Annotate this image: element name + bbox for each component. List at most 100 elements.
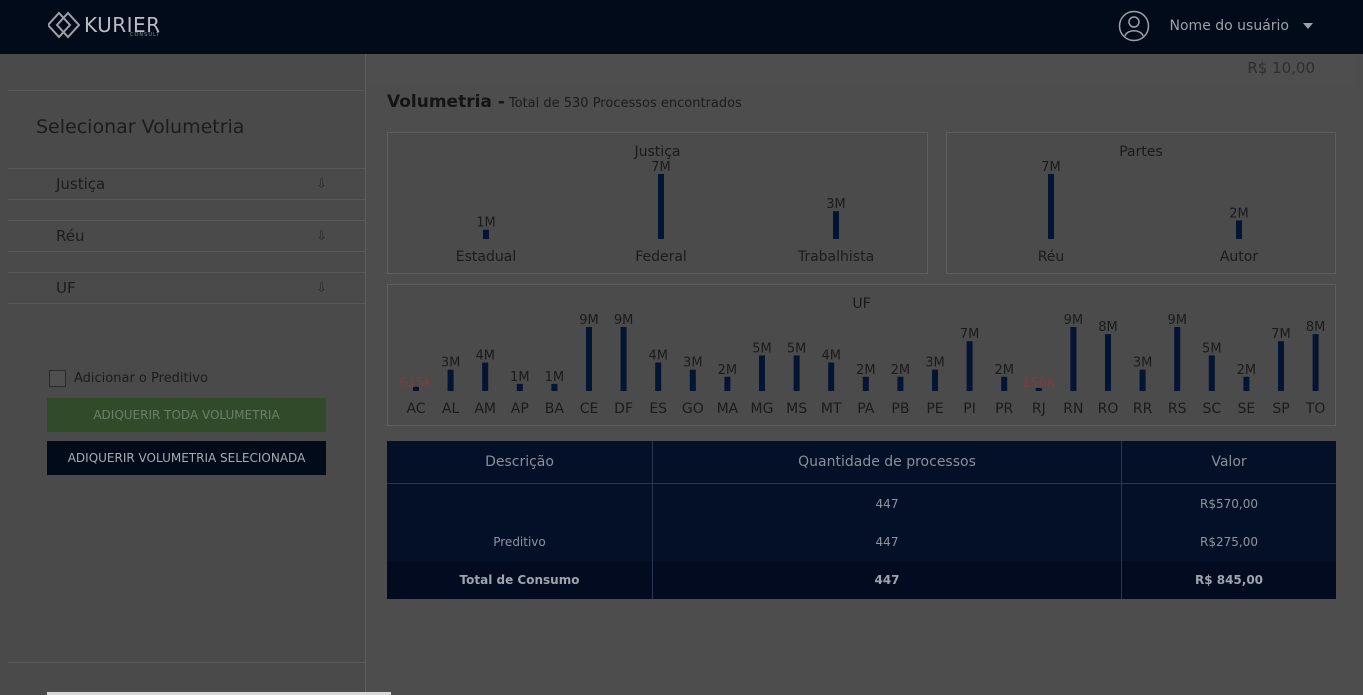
tick-label: Federal — [635, 249, 687, 265]
balance-strip — [367, 54, 1355, 86]
data-label: 615K — [399, 376, 433, 391]
filter-label: Justiça — [56, 175, 106, 193]
tick-label: MG — [751, 401, 774, 417]
data-label: 1M — [510, 370, 530, 385]
table-cell: R$570,00 — [1200, 496, 1258, 511]
acquire-selected-button[interactable]: ADIQUERIR VOLUMETRIA SELECIONADA — [47, 441, 326, 475]
data-label: 8M — [1098, 320, 1118, 335]
tick-label: Réu — [1038, 249, 1065, 265]
data-label: 3M — [1133, 356, 1153, 371]
chart-bar — [551, 383, 558, 391]
chart-bar — [1208, 355, 1215, 391]
data-label: 1M — [476, 216, 496, 231]
data-label: 5M — [787, 341, 807, 356]
tick-label: MA — [717, 401, 739, 417]
data-label: 2M — [994, 363, 1014, 378]
tick-label: MT — [821, 401, 842, 417]
tick-label: BA — [545, 401, 565, 417]
chart-bar — [655, 362, 662, 391]
column-header: Valor — [1211, 454, 1247, 470]
balance-value: R$ 10,00 — [1247, 59, 1315, 77]
filter-justica[interactable]: Justiça ⇩ — [8, 168, 365, 200]
chart-bar — [516, 383, 523, 391]
preditivo-checkbox-row[interactable]: Adicionar o Preditivo — [49, 370, 208, 387]
filter-label: Réu — [56, 227, 85, 245]
chart-bar — [447, 369, 454, 391]
chart-bar — [482, 362, 489, 391]
table-cell: Preditivo — [387, 523, 653, 561]
tick-label: RR — [1133, 401, 1153, 417]
tick-label: RO — [1098, 401, 1119, 417]
chart-justica-svg: 1M Estadual 7M Federal 3M Trabalhista — [456, 160, 874, 265]
sidebar: Selecionar Volumetria Justiça ⇩ Réu ⇩ UF… — [0, 54, 366, 695]
filter-label: UF — [56, 279, 76, 297]
tick-label: PB — [891, 401, 909, 417]
chart-bar — [932, 369, 938, 391]
user-avatar-icon — [1118, 10, 1149, 42]
tick-label: AM — [474, 401, 496, 417]
data-label: 2M — [1229, 206, 1249, 221]
tick-label: Estadual — [456, 249, 516, 265]
table-cell — [387, 484, 653, 523]
chart-bar — [724, 376, 731, 391]
preditivo-checkbox-label: Adicionar o Preditivo — [74, 371, 208, 386]
consumption-table: Descrição Quantidade de processos Valor … — [387, 441, 1336, 599]
user-menu[interactable]: Nome do usuário — [1118, 10, 1313, 42]
tick-label: CE — [580, 401, 599, 417]
tick-label: RJ — [1032, 401, 1046, 417]
chart-bar — [897, 376, 904, 391]
chart-partes: Partes 7M Réu 2M Autor — [946, 132, 1336, 274]
chart-partes-svg: 7M Réu 2M Autor — [1038, 160, 1259, 265]
tick-label: RN — [1063, 401, 1083, 417]
data-label: 3M — [826, 197, 846, 212]
chart-bar — [759, 355, 765, 391]
data-label: 2M — [1237, 363, 1257, 378]
tick-label: RS — [1168, 401, 1187, 417]
page-subtitle: Total de 530 Processos encontrados — [508, 96, 742, 111]
table-cell: 447 — [653, 484, 1122, 523]
chart-justica: Justiça 1M Estadual 7M Federal 3M Trabalhista — [387, 132, 928, 274]
sidebar-title: Selecionar Volumetria — [36, 116, 245, 138]
data-label: 3M — [925, 356, 945, 371]
acquire-all-button[interactable]: ADIQUERIR TODA VOLUMETRIA — [47, 398, 326, 432]
tick-label: DF — [614, 401, 633, 417]
chart-bar — [1278, 341, 1284, 391]
chart-bar — [1139, 369, 1146, 391]
tick-label: Trabalhista — [797, 249, 874, 265]
data-label: 2M — [856, 363, 876, 378]
tick-label: ES — [649, 401, 667, 417]
chart-uf-svg: 615K AC 3M AL 4M AM 1M AP 1M BA 9M CE 9M DF 4M ES 3M GO 2M… — [399, 313, 1325, 417]
tick-label: SC — [1202, 401, 1221, 417]
chart-bar — [1105, 334, 1111, 391]
logo-diamond-icon — [48, 11, 80, 39]
chart-bar — [1243, 376, 1250, 391]
page-title-text: Volumetria - — [387, 92, 505, 112]
data-label: 3M — [441, 356, 461, 371]
column-header: Descrição — [387, 441, 653, 483]
chart-bar — [483, 229, 489, 239]
filter-reu[interactable]: Réu ⇩ — [8, 220, 365, 252]
data-label: 4M — [821, 349, 841, 364]
preditivo-checkbox[interactable] — [49, 370, 66, 387]
filter-uf[interactable]: UF ⇩ — [8, 272, 365, 304]
data-label: 5M — [752, 341, 772, 356]
table-row: 447 R$570,00 — [387, 484, 1336, 523]
data-label: 2M — [891, 363, 911, 378]
table-cell: 447 — [653, 561, 1122, 599]
user-name: Nome do usuário — [1169, 18, 1289, 34]
chart-bar — [833, 211, 839, 239]
chevron-down-icon[interactable] — [1303, 23, 1313, 29]
download-arrow-icon: ⇩ — [316, 228, 327, 244]
table-cell: Total de Consumo — [387, 561, 653, 599]
table-cell: R$ 845,00 — [1194, 573, 1264, 587]
chart-bar — [689, 369, 696, 391]
column-header: Quantidade de processos — [653, 441, 1122, 483]
chart-bar — [658, 174, 664, 239]
chart-bar — [966, 341, 973, 391]
data-label: 9M — [579, 313, 599, 328]
data-label: 9M — [614, 313, 634, 328]
data-label: 7M — [1041, 160, 1061, 175]
chart-uf: UF 615K AC 3M AL 4M AM 1M AP 1M BA 9M CE 9M DF 4M ES 3M G… — [387, 284, 1336, 426]
tick-label: PI — [963, 401, 976, 417]
chart-bar — [620, 327, 627, 391]
